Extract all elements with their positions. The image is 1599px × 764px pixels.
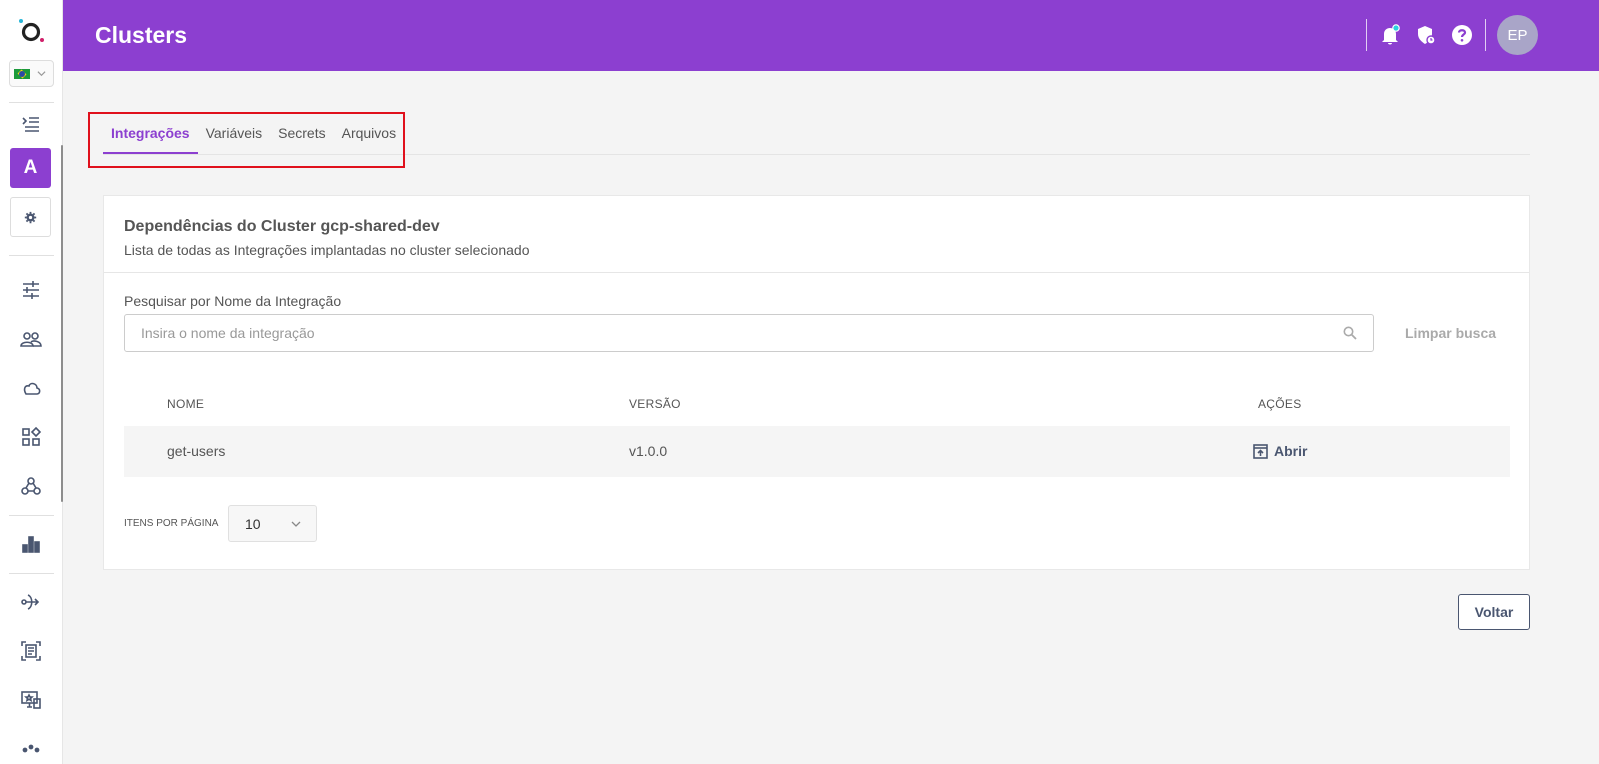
users-icon[interactable] [17,325,45,353]
chevron-down-icon [291,521,301,527]
help-icon[interactable] [1451,24,1473,46]
gear-icon [24,211,37,223]
header-divider [1366,19,1367,51]
dots-icon[interactable] [17,736,45,764]
clear-search-button[interactable]: Limpar busca [1405,325,1496,341]
search-icon[interactable] [1343,326,1357,340]
bell-icon[interactable] [1379,24,1401,46]
user-avatar[interactable]: EP [1497,15,1538,55]
divider [104,272,1529,273]
settings-button[interactable] [10,197,51,237]
workspace-avatar[interactable]: A [10,148,51,188]
shield-badge-icon[interactable] [1415,24,1437,46]
page-title: Clusters [95,22,188,48]
user-initials: EP [1507,26,1528,44]
back-button[interactable]: Voltar [1458,594,1530,630]
divider [9,515,54,516]
apps-icon[interactable] [17,423,45,451]
divider [9,102,54,103]
search-field [124,314,1374,352]
sliders-icon[interactable] [17,276,45,304]
flow-icon[interactable] [17,588,45,616]
language-select[interactable] [9,60,54,87]
items-per-page-label: ITENS POR PÁGINA [124,518,219,529]
open-button[interactable]: Abrir [1253,443,1307,459]
logo[interactable] [18,18,46,44]
card-subtitle: Lista de todas as Integrações implantada… [124,242,530,258]
column-header-version: VERSÃO [629,397,681,411]
document-scan-icon[interactable] [17,637,45,665]
dependencies-card: Dependências do Cluster gcp-shared-dev L… [103,195,1530,570]
workspace-letter: A [23,157,38,178]
bar-chart-icon[interactable] [17,530,45,558]
top-header: Clusters EP [63,0,1599,71]
card-title: Dependências do Cluster gcp-shared-dev [124,218,440,235]
column-header-actions: AÇÕES [1258,397,1302,411]
sidebar-scrollbar[interactable] [61,145,63,502]
open-external-icon [1253,443,1268,459]
search-input[interactable] [125,315,1305,351]
brazil-flag-icon [14,68,30,79]
items-per-page-value: 10 [245,515,261,532]
menu-expand-icon[interactable] [17,110,45,138]
open-label: Abrir [1274,443,1308,459]
cloud-icon[interactable] [17,374,45,402]
items-per-page-select[interactable]: 10 [228,505,317,542]
column-header-name: NOME [167,397,205,411]
webhook-icon[interactable] [17,472,45,500]
divider [9,573,54,574]
annotation-highlight-box [88,112,405,168]
sidebar: A [0,0,63,764]
table-row: get-users v1.0.0 Abrir [124,426,1510,477]
header-divider [1485,19,1486,51]
monitor-star-icon[interactable] [17,686,45,714]
integration-name: get-users [167,443,226,459]
integration-version: v1.0.0 [629,443,668,459]
search-label: Pesquisar por Nome da Integração [124,293,342,309]
chevron-down-icon [37,71,46,77]
divider [9,255,54,256]
